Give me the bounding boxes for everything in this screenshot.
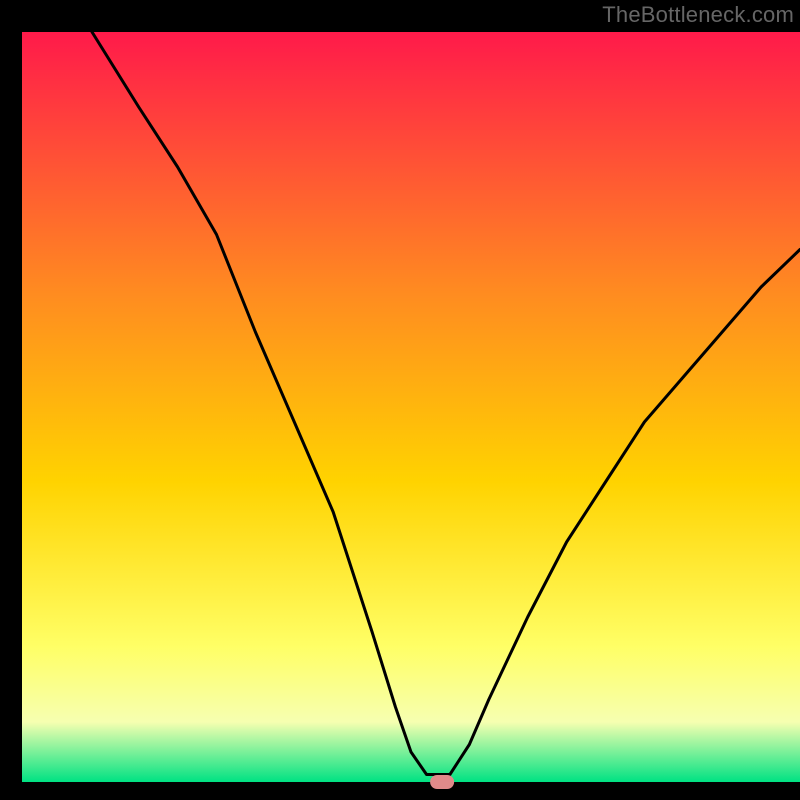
plot-svg xyxy=(0,0,800,800)
watermark-label: TheBottleneck.com xyxy=(602,2,794,28)
chart-background xyxy=(22,32,800,782)
bottleneck-chart: TheBottleneck.com xyxy=(0,0,800,800)
optimal-marker xyxy=(430,775,454,789)
